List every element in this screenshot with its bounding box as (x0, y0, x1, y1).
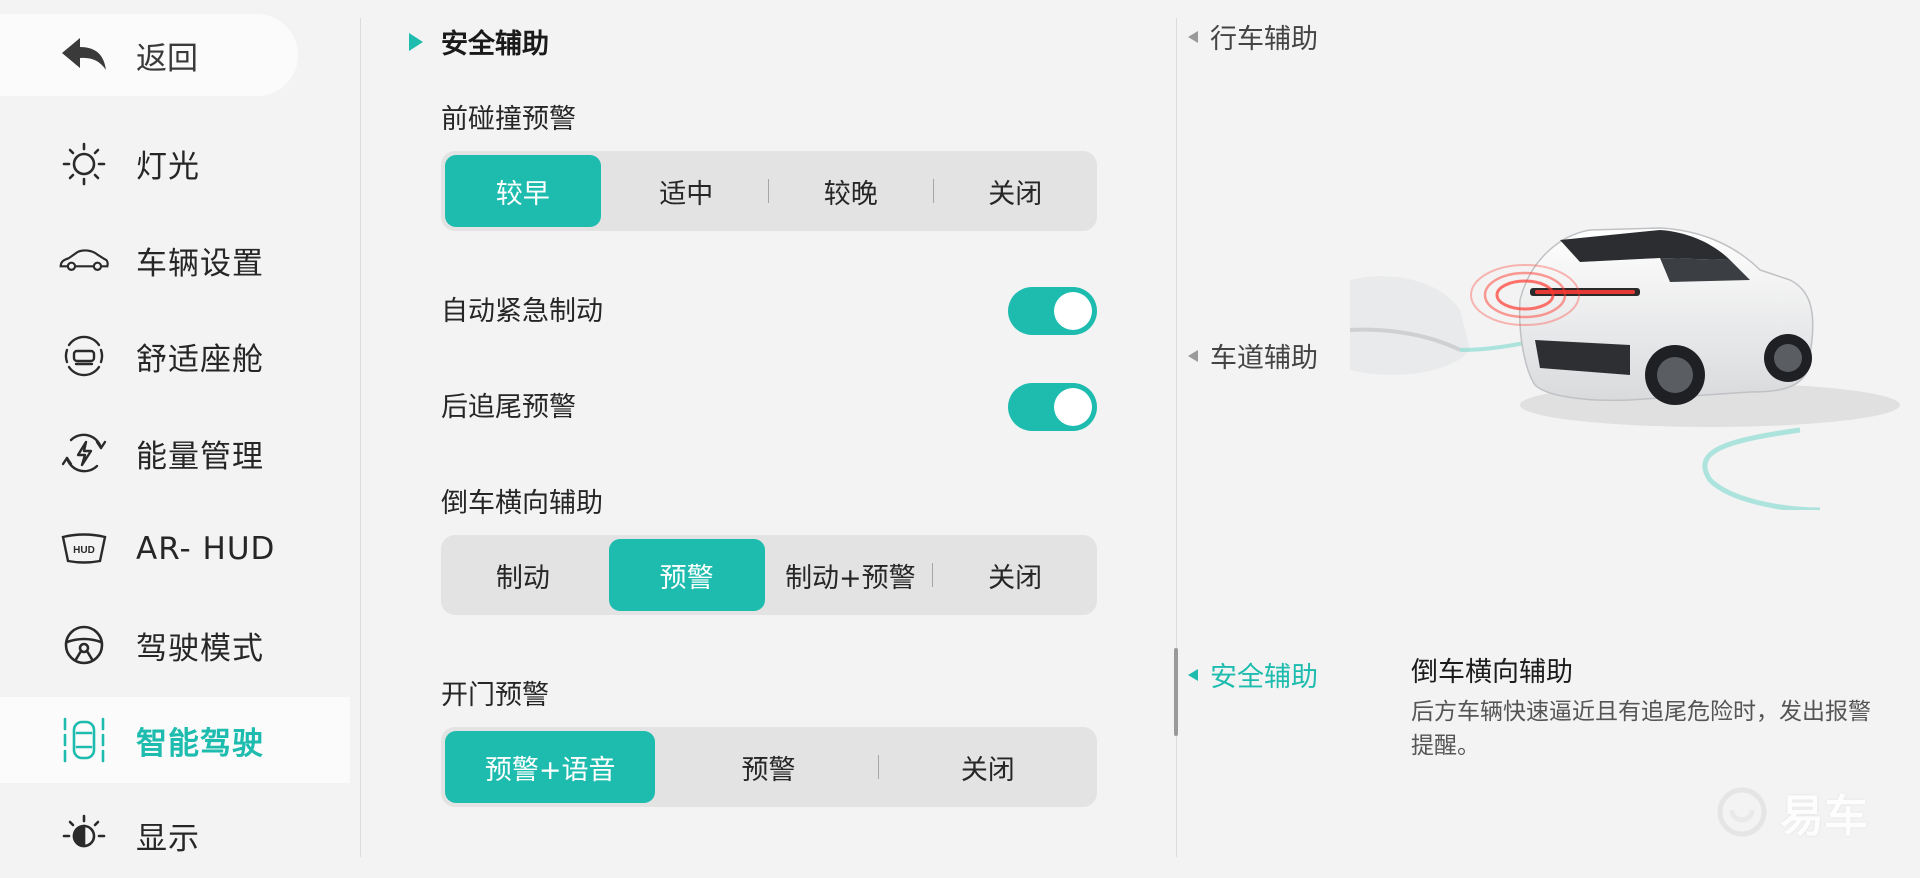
watermark-text: 易车 (1780, 791, 1868, 842)
toggle-knob (1054, 292, 1092, 330)
yiche-logo-icon (1717, 787, 1767, 837)
option-warning[interactable]: 预警 (608, 539, 765, 611)
aeb-label: 自动紧急制动 (441, 296, 603, 327)
sidebar-item-label: 智能驾驶 (136, 725, 264, 762)
description-title: 倒车横向辅助 (1411, 657, 1573, 688)
sidebar-item-label: 显示 (136, 820, 200, 857)
category-safety-assist[interactable]: 安全辅助 (1188, 655, 1318, 694)
door-open-label: 开门预警 (441, 680, 549, 711)
sidebar-item-lights[interactable]: 灯光 (0, 120, 350, 206)
watermark-logo: 易车 (1714, 780, 1868, 844)
svg-text:HUD: HUD (73, 545, 95, 556)
option-warning[interactable]: 预警 (663, 731, 873, 803)
left-triangle-icon (1188, 30, 1198, 43)
reverse-cross-segmented: 制动 预警 制动+预警 关闭 (441, 535, 1097, 615)
display-icon (58, 809, 110, 861)
sidebar-item-label: 能量管理 (136, 438, 264, 475)
category-label: 安全辅助 (1210, 662, 1318, 693)
option-early[interactable]: 较早 (445, 155, 601, 227)
segment-divider (877, 755, 879, 779)
back-label: 返回 (136, 40, 198, 77)
sidebar-item-label: 灯光 (136, 148, 200, 185)
toggle-knob (1054, 388, 1092, 426)
sidebar-item-drive-mode[interactable]: 驾驶模式 (0, 602, 350, 688)
sidebar-item-vehicle-settings[interactable]: 车辆设置 (0, 217, 350, 303)
category-lane-assist[interactable]: 车道辅助 (1188, 336, 1318, 375)
option-brake[interactable]: 制动 (445, 539, 601, 611)
aeb-toggle[interactable] (1008, 287, 1097, 335)
sidebar: 返回 灯光 车辆设置 舒适座舱 能量管理 HUD AR- HUD 驾驶模式 智能… (0, 0, 360, 857)
left-triangle-icon (1188, 668, 1198, 681)
car-illustration (1349, 227, 1900, 510)
light-bulb-icon (58, 137, 110, 189)
sidebar-item-comfort-cabin[interactable]: 舒适座舱 (0, 313, 350, 399)
hud-icon: HUD (58, 523, 110, 575)
back-button[interactable]: 返回 (0, 14, 298, 96)
smart-driving-icon (58, 714, 110, 766)
category-label: 车道辅助 (1210, 343, 1318, 374)
forward-collision-label: 前碰撞预警 (441, 104, 576, 135)
sidebar-item-ar-hud[interactable]: HUD AR- HUD (0, 506, 350, 592)
steering-wheel-icon (58, 619, 110, 671)
category-label: 行车辅助 (1210, 24, 1318, 55)
scroll-indicator[interactable] (1174, 648, 1178, 736)
description-body: 后方车辆快速逼近且有追尾危险时，发出报警提醒。 (1411, 699, 1871, 759)
option-off[interactable]: 关闭 (883, 731, 1093, 803)
category-driving-assist[interactable]: 行车辅助 (1188, 17, 1318, 56)
segment-divider (932, 179, 934, 203)
option-off[interactable]: 关闭 (937, 539, 1093, 611)
option-late[interactable]: 较晚 (773, 155, 929, 227)
option-brake-warning[interactable]: 制动+预警 (773, 539, 929, 611)
option-medium[interactable]: 适中 (609, 155, 765, 227)
sidebar-item-smart-driving[interactable]: 智能驾驶 (0, 697, 350, 783)
back-arrow-icon (62, 38, 106, 70)
forward-collision-segmented: 较早 适中 较晚 关闭 (441, 151, 1097, 231)
rear-collision-toggle[interactable] (1008, 383, 1097, 431)
settings-panel: 安全辅助 前碰撞预警 较早 适中 较晚 关闭 自动紧急制动 后追尾预警 倒车横向… (361, 0, 1176, 857)
expand-triangle-icon (409, 32, 423, 51)
option-warning-voice[interactable]: 预警+语音 (445, 731, 656, 803)
rear-collision-label: 后追尾预警 (441, 392, 576, 423)
sidebar-item-display[interactable]: 显示 (0, 792, 350, 878)
cabin-icon (58, 330, 110, 382)
energy-icon (58, 427, 110, 479)
segment-divider (932, 563, 934, 587)
reverse-cross-label: 倒车横向辅助 (441, 488, 603, 519)
section-header: 安全辅助 (409, 22, 549, 61)
segment-divider (768, 179, 769, 203)
left-triangle-icon (1188, 349, 1198, 362)
option-off[interactable]: 关闭 (938, 155, 1094, 227)
sidebar-item-label: 舒适座舱 (136, 341, 264, 378)
door-open-segmented: 预警+语音 预警 关闭 (441, 727, 1097, 807)
sidebar-item-label: 车辆设置 (136, 245, 264, 282)
sidebar-item-label: 驾驶模式 (136, 630, 264, 667)
section-title: 安全辅助 (441, 29, 549, 60)
sidebar-item-energy[interactable]: 能量管理 (0, 410, 350, 496)
sidebar-item-label: AR- HUD (136, 531, 276, 567)
car-outline-icon (58, 234, 110, 286)
